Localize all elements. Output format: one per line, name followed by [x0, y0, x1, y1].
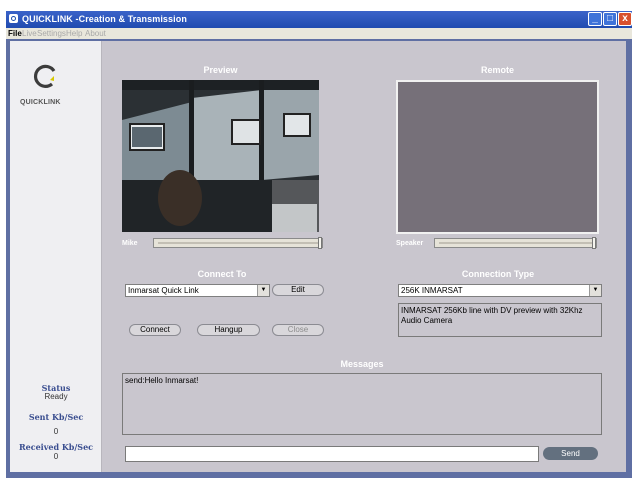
preview-video — [122, 80, 319, 232]
speaker-label: Speaker — [396, 240, 424, 247]
menu-file[interactable]: File — [8, 29, 22, 38]
remote-video — [396, 80, 599, 234]
speaker-slider-thumb[interactable] — [592, 237, 596, 249]
connect-button[interactable]: Connect — [129, 324, 181, 336]
sent-rate-value: 0 — [53, 427, 59, 436]
main-panel: QUICKLINK Status Ready Sent Kb/Sec 0 Rec… — [10, 41, 626, 472]
menu-settings[interactable]: Settings — [37, 29, 66, 38]
received-rate-value: 0 — [53, 452, 59, 461]
edit-button[interactable]: Edit — [272, 284, 324, 296]
sidebar: QUICKLINK Status Ready Sent Kb/Sec 0 Rec… — [10, 41, 102, 472]
window-title: QUICKLINK -Creation & Transmission — [22, 14, 187, 24]
preview-frame-image — [122, 80, 319, 232]
menu-bar: File Live Settings Help About — [6, 28, 632, 39]
connect-to-title: Connect To — [197, 269, 247, 279]
remote-title: Remote — [480, 65, 514, 75]
received-rate-label: Received Kb/Sec — [18, 442, 94, 452]
title-bar[interactable]: QUICKLINK -Creation & Transmission _ □ x — [6, 11, 632, 28]
quicklink-logo-icon — [33, 64, 56, 88]
connect-to-value: Inmarsat Quick Link — [128, 286, 199, 295]
menu-about[interactable]: About — [85, 29, 106, 38]
mike-slider-thumb[interactable] — [318, 237, 322, 249]
mike-label: Mike — [122, 240, 138, 247]
sent-rate-label: Sent Kb/Sec — [28, 412, 84, 422]
connection-description: INMARSAT 256Kb line with DV preview with… — [398, 303, 602, 337]
send-button[interactable]: Send — [543, 447, 598, 460]
status-value: Ready — [44, 392, 68, 401]
menu-live[interactable]: Live — [22, 29, 37, 38]
connect-to-dropdown[interactable]: Inmarsat Quick Link ▼ — [125, 284, 270, 297]
message-input[interactable] — [125, 446, 539, 462]
chevron-down-icon[interactable]: ▼ — [589, 285, 601, 296]
speaker-volume-slider[interactable] — [434, 237, 597, 249]
connection-type-value: 256K INMARSAT — [401, 286, 463, 295]
hangup-button[interactable]: Hangup — [197, 324, 260, 336]
close-window-button[interactable]: x — [618, 12, 632, 26]
messages-log: send:Hello Inmarsat! — [122, 373, 602, 435]
minimize-button[interactable]: _ — [588, 12, 602, 26]
close-button[interactable]: Close — [272, 324, 324, 336]
app-logo-icon — [9, 14, 18, 23]
app-window: QUICKLINK -Creation & Transmission _ □ x… — [6, 11, 632, 478]
preview-title: Preview — [203, 65, 238, 75]
connection-type-dropdown[interactable]: 256K INMARSAT ▼ — [398, 284, 602, 297]
menu-help[interactable]: Help — [66, 29, 82, 38]
maximize-button[interactable]: □ — [603, 12, 617, 26]
logo-text: QUICKLINK — [20, 99, 61, 106]
mike-volume-slider[interactable] — [153, 237, 323, 249]
connection-type-title: Connection Type — [461, 269, 535, 279]
chevron-down-icon[interactable]: ▼ — [257, 285, 269, 296]
messages-title: Messages — [340, 359, 384, 369]
